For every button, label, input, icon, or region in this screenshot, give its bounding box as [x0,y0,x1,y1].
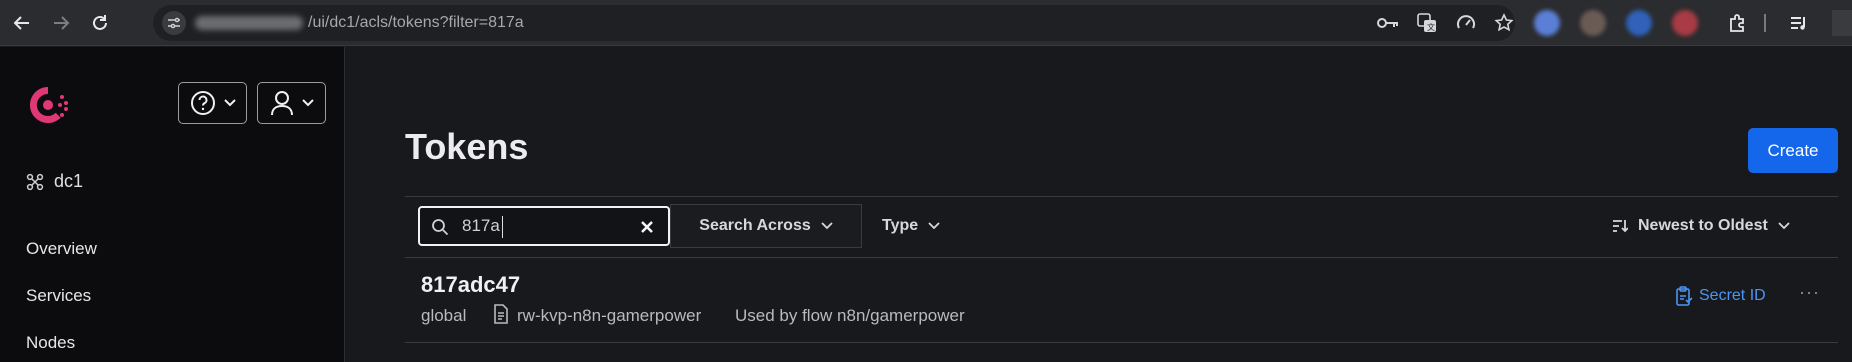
address-bar[interactable]: /ui/dc1/acls/tokens?filter=817a 文 [153,5,1515,41]
divider [405,342,1838,343]
copy-secret-id-button[interactable]: Secret ID [1675,286,1766,306]
arrow-left-icon [13,16,29,30]
text-caret [502,216,503,238]
user-icon [270,91,293,116]
help-icon [190,91,215,115]
type-filter-label: Type [882,217,919,234]
toolbar-divider [1764,14,1766,32]
translate-icon[interactable]: 文 [1416,12,1438,34]
window-edge [1832,10,1852,36]
sort-dropdown[interactable]: Newest to Oldest [1612,204,1790,248]
divider [405,257,1838,258]
datacenter-icon [26,173,44,190]
url-host-redacted [195,16,303,30]
forward-button[interactable] [46,8,76,38]
chevron-down-icon [223,99,236,107]
browser-toolbar: /ui/dc1/acls/tokens?filter=817a 文 [0,0,1852,46]
extension-icon[interactable] [1534,10,1560,36]
back-button[interactable] [7,8,37,38]
extension-icon[interactable] [1626,10,1652,36]
token-policy-link[interactable]: rw-kvp-n8n-gamerpower [517,306,701,326]
arrow-right-icon [54,16,70,30]
clipboard-icon [1676,286,1693,306]
create-token-button[interactable]: Create [1748,128,1838,173]
reload-button[interactable] [85,8,115,38]
extensions-puzzle-icon[interactable] [1722,8,1752,38]
search-input-value: 817a [462,216,500,235]
clear-search-icon[interactable] [640,220,654,234]
url-path: /ui/dc1/acls/tokens?filter=817a [308,14,524,31]
more-actions-button[interactable]: ··· [1799,282,1820,303]
sort-label: Newest to Oldest [1638,217,1768,234]
help-menu-button[interactable] [178,82,247,124]
sidebar-item-nodes[interactable]: Nodes [26,333,75,353]
sidebar-item-overview[interactable]: Overview [26,239,97,259]
sort-icon [1613,220,1628,233]
divider [405,196,1838,197]
search-icon [432,219,449,236]
consul-logo-icon [29,86,68,123]
policy-document-icon [494,304,508,324]
reload-icon [93,15,107,30]
extension-icon[interactable] [1580,10,1606,36]
token-scope: global [421,306,467,325]
sidebar: dc1 Overview Services Nodes [0,47,345,362]
svg-text:文: 文 [1427,22,1435,32]
datacenter-selector[interactable]: dc1 [26,171,83,192]
sidebar-item-services[interactable]: Services [26,286,91,306]
token-description: Used by flow n8n/gamerpower [735,306,965,325]
site-info-icon[interactable] [162,11,186,35]
chevron-down-icon [1778,222,1790,230]
search-across-label: Search Across [699,217,811,234]
search-input[interactable]: 817a [418,206,670,246]
performance-gauge-icon[interactable] [1455,12,1477,34]
page-title: Tokens [405,126,529,167]
bookmark-star-icon[interactable] [1493,12,1515,34]
datacenter-label: dc1 [54,171,84,191]
chevron-down-icon [301,99,314,107]
token-accessor-link[interactable]: 817adc47 [421,272,520,298]
type-filter-dropdown[interactable]: Type [882,204,940,248]
chevron-down-icon [821,222,833,230]
secret-id-label: Secret ID [1699,287,1766,304]
media-queue-icon[interactable] [1784,8,1814,38]
chevron-down-icon [928,222,940,230]
key-icon[interactable] [1377,12,1399,34]
consul-logo[interactable] [22,79,74,131]
user-menu-button[interactable] [257,82,326,124]
extension-icon[interactable] [1672,10,1698,36]
search-across-dropdown[interactable]: Search Across [670,204,862,248]
